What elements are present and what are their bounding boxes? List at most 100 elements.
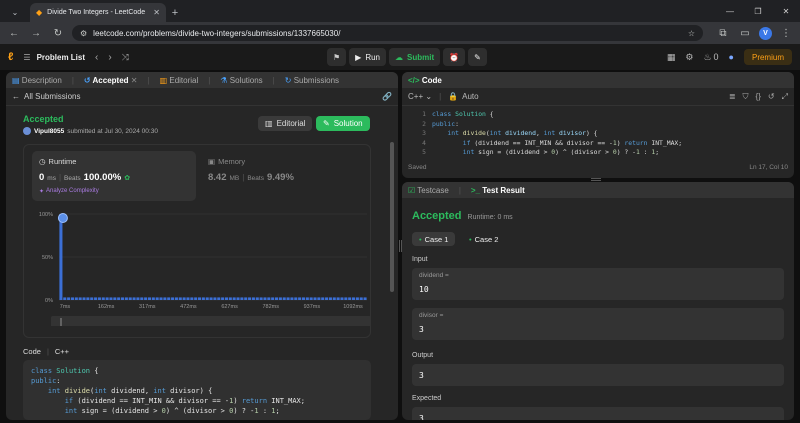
extensions-icon[interactable]: ⧉: [715, 25, 731, 41]
reset-icon[interactable]: ↺: [768, 92, 775, 102]
all-submissions-link[interactable]: All Submissions: [24, 92, 80, 101]
runtime-value: 0: [39, 172, 45, 183]
bookmark-icon[interactable]: ⛉: [743, 92, 749, 102]
result-status: Accepted: [412, 210, 462, 222]
bookmark-star-icon[interactable]: ☆: [688, 29, 695, 38]
shuffle-icon[interactable]: ⤨: [122, 52, 129, 63]
run-button[interactable]: ▶ Run: [349, 48, 387, 66]
chart-bar: [282, 297, 286, 300]
new-tab-icon[interactable]: +: [166, 3, 184, 22]
chart-bar: [352, 297, 356, 300]
line-number: 1: [422, 110, 426, 118]
chart-bar: [178, 297, 182, 300]
submitted-code-block[interactable]: class Solution { public: int divide(int …: [23, 360, 371, 420]
close-tab-icon[interactable]: ✕: [153, 8, 160, 17]
memory-beats-value: 9.49%: [266, 172, 294, 183]
runtime-beats-label: Beats: [64, 175, 81, 182]
runtime-card[interactable]: ◷ Runtime 0 ms | Beats 100.00% ✿ ✦ Analyze…: [32, 151, 196, 201]
analyze-complexity-link[interactable]: ✦ Analyze Complexity: [39, 188, 99, 195]
close-tab-accepted-icon[interactable]: ✕: [131, 76, 138, 85]
code-tab[interactable]: </> Code: [408, 76, 442, 85]
solution-button[interactable]: ✎ Solution: [316, 116, 370, 131]
code-editor-content[interactable]: class Solution { public: int divide(int …: [432, 110, 682, 158]
runtime-distribution-chart[interactable]: 100% 50% 0% 7ms 162ms 317ms 472ms 627ms 782ms 937…: [23, 206, 383, 326]
language-select[interactable]: C++ ⌄: [408, 92, 432, 101]
share-link-icon[interactable]: 🔗: [382, 92, 392, 101]
output-field[interactable]: 3: [412, 364, 784, 386]
memory-heading[interactable]: ▣ Memory: [208, 157, 245, 166]
chart-range-scrubber: [51, 316, 371, 326]
tab-test-result[interactable]: >_ Test Result: [471, 186, 525, 195]
maximize-icon[interactable]: ❐: [744, 0, 772, 22]
code-token: 0: [551, 148, 556, 156]
submit-button[interactable]: ☁ Submit: [389, 48, 441, 66]
dividend-field[interactable]: dividend = 10: [412, 268, 784, 300]
chart-bar: [236, 297, 240, 300]
left-tabs: ▤ Description | ↺ Accepted ✕ | ▥ Editori…: [6, 72, 398, 88]
prev-problem-icon[interactable]: ‹: [95, 52, 98, 63]
flask-icon: ⚗: [220, 75, 228, 85]
url-input[interactable]: ⚙ leetcode.com/problems/divide-two-integ…: [72, 25, 703, 41]
chart-bar: [344, 297, 348, 300]
next-problem-icon[interactable]: ›: [108, 52, 111, 63]
browser-tab[interactable]: ◆ Divide Two Integers - LeetCode ✕: [30, 3, 166, 22]
left-panel-scrollbar[interactable]: [390, 142, 394, 292]
user-avatar-icon[interactable]: ●: [729, 52, 734, 62]
layout-icon[interactable]: ▦: [667, 52, 676, 63]
divisor-field[interactable]: divisor = 3: [412, 308, 784, 340]
code-panel-header: </> Code: [402, 72, 794, 88]
tab-submissions[interactable]: ↻ Submissions: [285, 76, 339, 85]
code-token: divide: [462, 129, 486, 137]
solution-label: Solution: [333, 119, 363, 128]
problem-list-link[interactable]: Problem List: [37, 53, 85, 62]
back-arrow-icon[interactable]: ←: [12, 92, 20, 101]
problem-list-nav: ☰ Problem List ‹ › ⤨: [23, 52, 129, 63]
format-icon[interactable]: ≣: [729, 92, 736, 102]
forward-icon[interactable]: →: [28, 25, 44, 41]
code-divider: |: [46, 347, 49, 356]
streak-fire-icon[interactable]: ♨: [703, 52, 711, 63]
premium-button[interactable]: Premium: [743, 49, 792, 65]
code-token: int: [64, 407, 78, 415]
fullscreen-icon[interactable]: ⤢: [782, 92, 788, 102]
site-info-icon[interactable]: ⚙: [80, 29, 87, 38]
tab-accepted[interactable]: ↺ Accepted ✕: [84, 76, 138, 85]
case-1-button[interactable]: • Case 1: [412, 232, 456, 246]
chart-x-tick: 937ms: [304, 304, 321, 310]
username[interactable]: Vipul8055: [34, 128, 64, 135]
case-2-button[interactable]: • Case 2: [462, 232, 505, 246]
braces-icon[interactable]: {}: [756, 92, 761, 102]
chart-bar: [132, 297, 136, 300]
settings-gear-icon[interactable]: ⚙: [685, 52, 693, 63]
tab-search-icon[interactable]: ⌄: [8, 5, 22, 19]
tab-solutions[interactable]: ⚗ Solutions: [220, 76, 262, 85]
editorial-button[interactable]: ▥ Editorial: [258, 116, 313, 131]
mode-label[interactable]: Auto: [462, 92, 478, 101]
chart-bar: [201, 297, 205, 300]
reload-icon[interactable]: ↻: [50, 25, 66, 41]
chart-x-tick: 627ms: [221, 304, 238, 310]
back-icon[interactable]: ←: [6, 25, 22, 41]
code-token: int: [489, 129, 502, 137]
tab-editorial[interactable]: ▥ Editorial: [160, 76, 199, 85]
leetcode-logo-icon[interactable]: ℓ: [8, 51, 13, 63]
close-window-icon[interactable]: ✕: [772, 0, 800, 22]
code-token: if: [64, 397, 74, 405]
chart-bar: [209, 297, 213, 300]
tab-testcase[interactable]: ☑ Testcase: [408, 186, 449, 195]
minimize-icon[interactable]: —: [716, 0, 744, 22]
browser-menu-icon[interactable]: ⋮: [778, 25, 794, 41]
code-token: int: [94, 387, 107, 395]
timer-button[interactable]: ⏰: [443, 48, 466, 66]
divisor-value: 3: [419, 325, 424, 334]
run-submit-group: ⚑ ▶ Run ☁ Submit ⏰ ✎: [327, 48, 487, 66]
submitted-at: submitted at Jul 30, 2024 00:30: [67, 127, 158, 135]
profile-avatar[interactable]: V: [759, 26, 772, 40]
tab-description[interactable]: ▤ Description: [12, 76, 62, 85]
notes-button[interactable]: ✎: [468, 48, 487, 66]
debug-button[interactable]: ⚑: [327, 48, 347, 66]
vertical-resize-handle[interactable]: [591, 178, 601, 181]
sidebar-icon[interactable]: ▭: [737, 25, 753, 41]
chart-bar: [224, 297, 228, 300]
expected-field[interactable]: 3: [412, 407, 784, 420]
